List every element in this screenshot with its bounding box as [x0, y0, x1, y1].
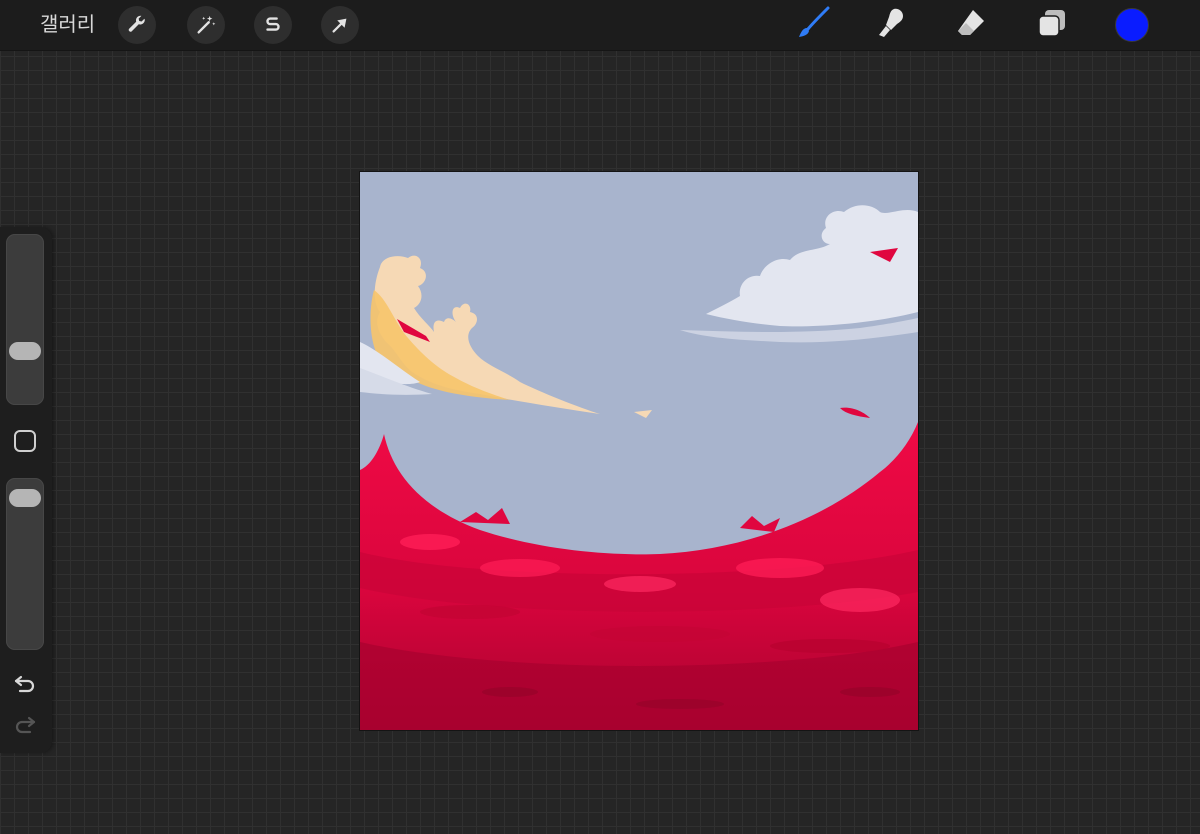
opacity-slider[interactable]	[6, 478, 44, 650]
adjustments-button[interactable]	[187, 6, 225, 44]
arrow-cursor-icon	[329, 14, 351, 36]
redo-arrow-icon	[13, 712, 37, 741]
color-picker-button[interactable]	[1115, 8, 1149, 42]
top-toolbar: 갤러리	[0, 0, 1200, 51]
artwork-canvas[interactable]	[359, 171, 919, 731]
wrench-icon	[126, 14, 148, 36]
smudge-finger-icon	[874, 6, 908, 45]
smudge-tool-button[interactable]	[873, 7, 909, 43]
modify-button[interactable]	[14, 430, 36, 452]
brush-size-thumb[interactable]	[9, 342, 41, 361]
layers-icon	[1036, 7, 1068, 44]
transform-button[interactable]	[321, 6, 359, 44]
selection-button[interactable]	[254, 6, 292, 44]
selection-s-icon	[262, 14, 284, 36]
undo-button[interactable]	[12, 672, 38, 698]
brush-size-slider[interactable]	[6, 234, 44, 405]
eraser-icon	[954, 6, 988, 45]
left-sidebar	[0, 227, 52, 753]
redo-button[interactable]	[12, 713, 38, 739]
opacity-thumb[interactable]	[9, 489, 41, 508]
gallery-button[interactable]: 갤러리	[40, 12, 95, 38]
brush-icon	[795, 5, 831, 46]
actions-button[interactable]	[118, 6, 156, 44]
brush-tool-button[interactable]	[795, 5, 831, 46]
undo-arrow-icon	[13, 671, 37, 700]
artwork-painting	[360, 172, 918, 730]
magic-wand-icon	[195, 14, 217, 36]
eraser-tool-button[interactable]	[953, 7, 989, 43]
layers-button[interactable]	[1034, 7, 1070, 43]
